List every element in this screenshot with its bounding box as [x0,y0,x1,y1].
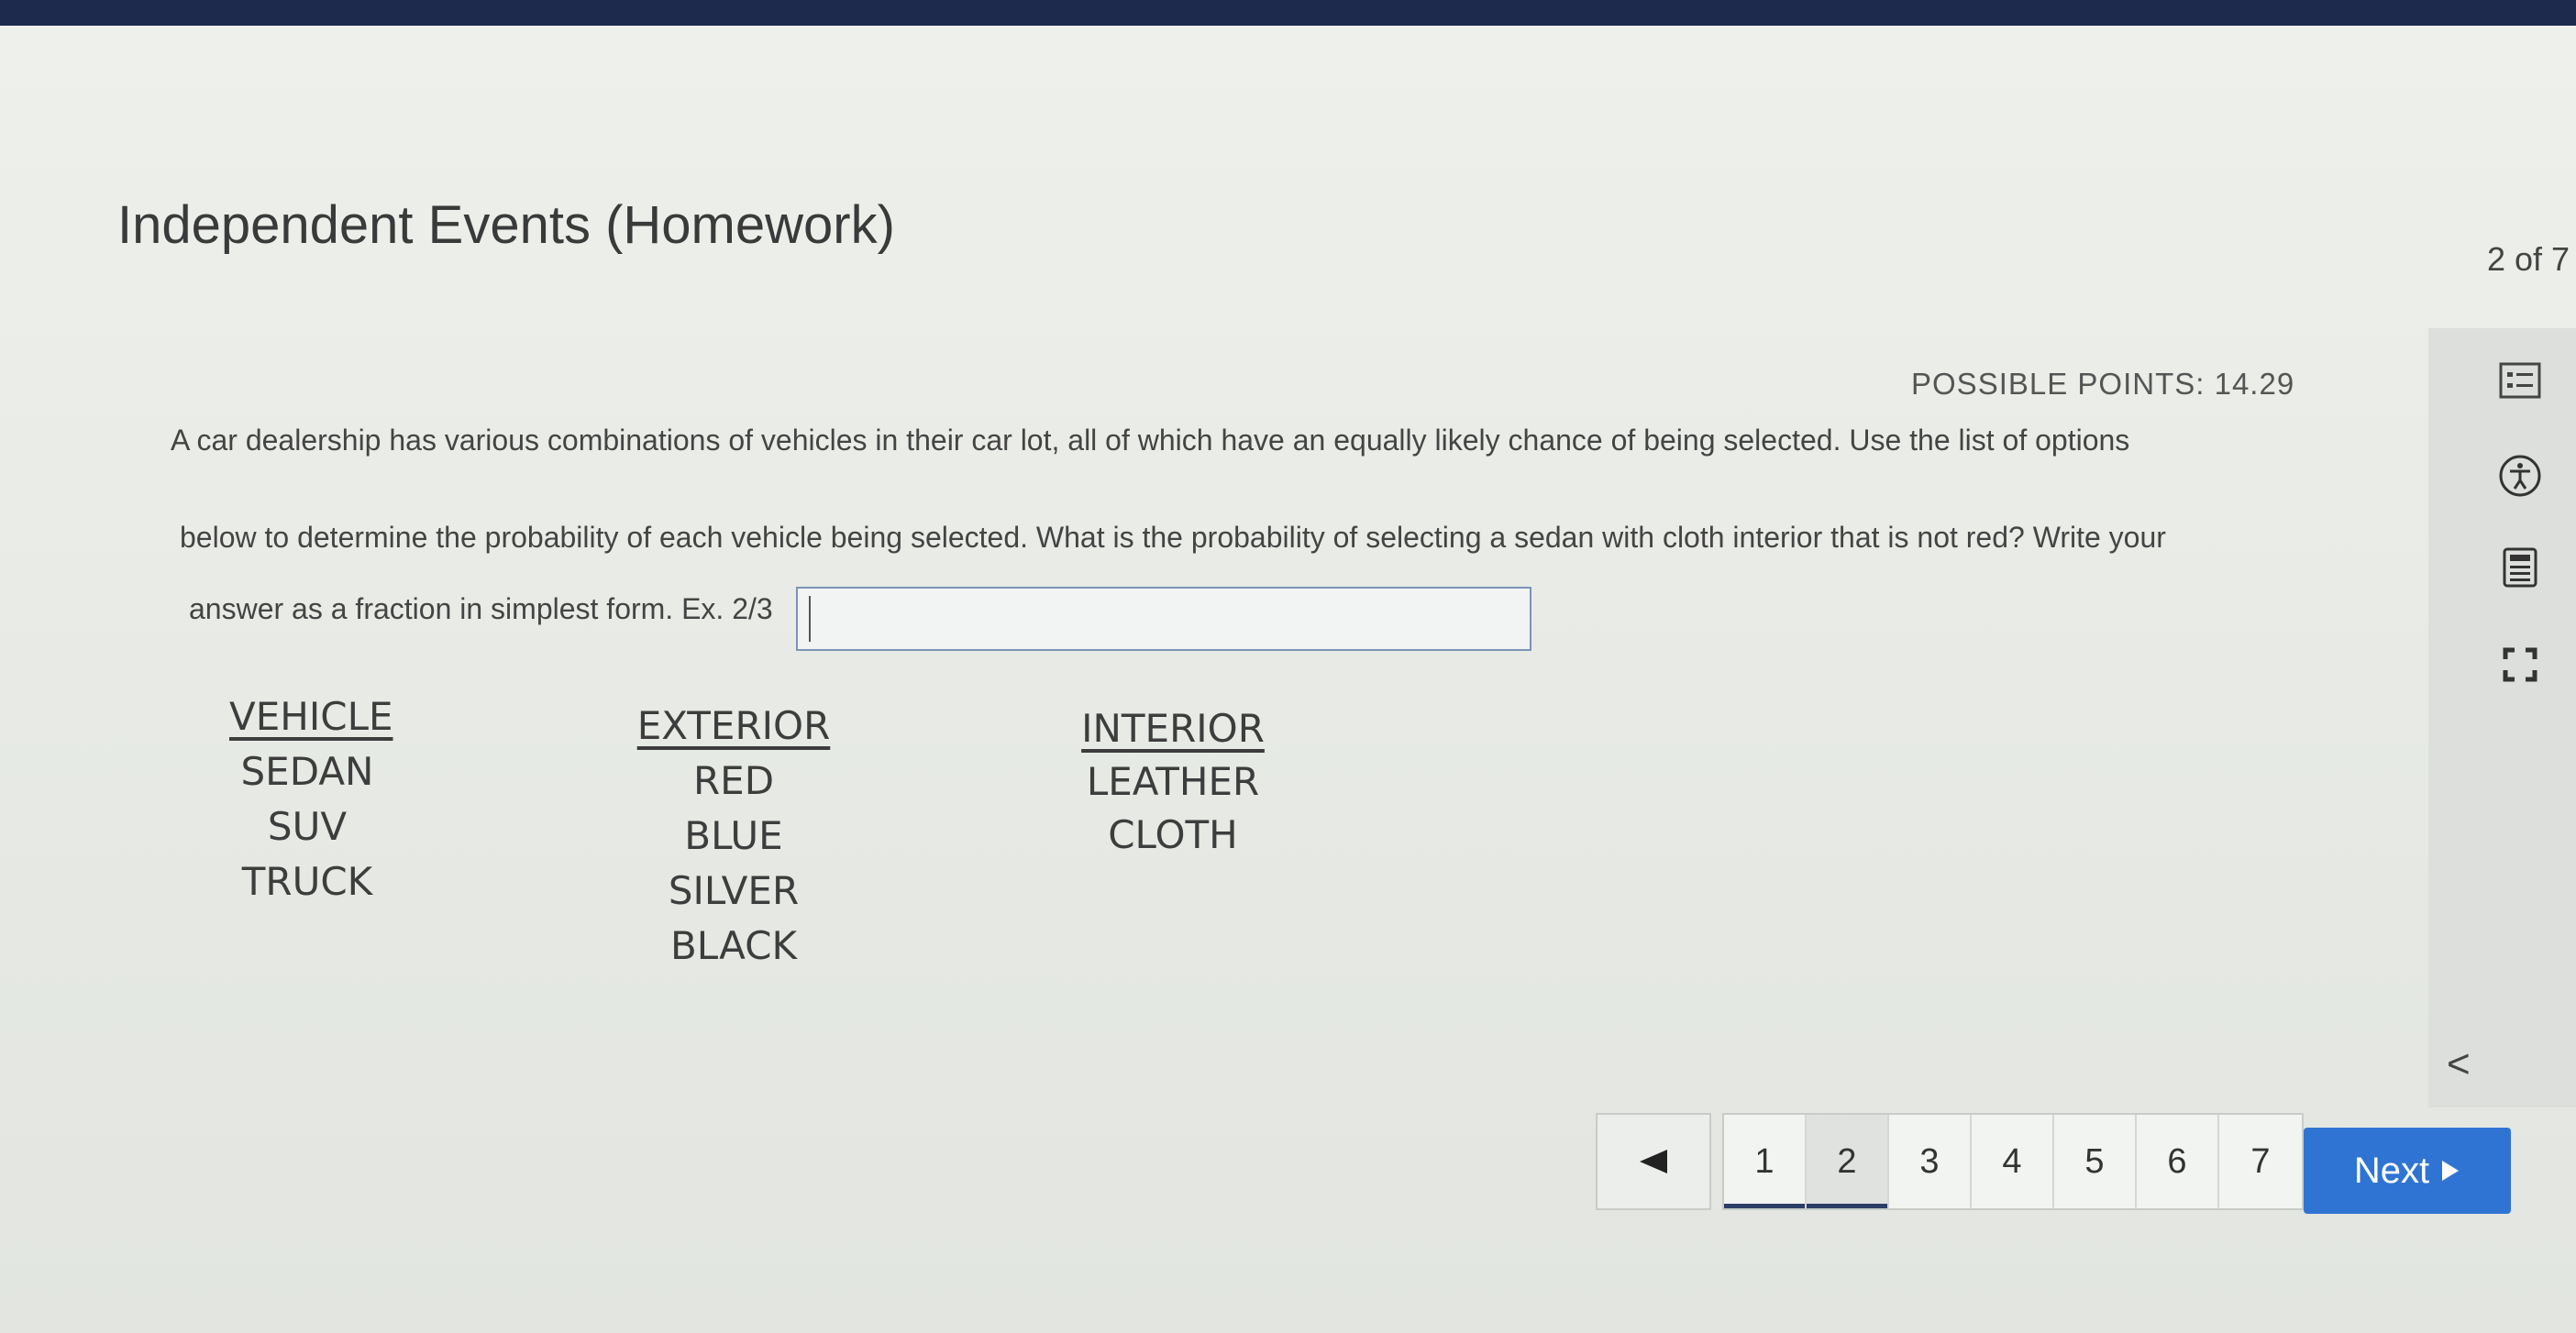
possible-points: POSSIBLE POINTS: 14.29 [1911,367,2295,401]
page-number: 2 [1837,1141,1857,1181]
exterior-option: SILVER [668,868,800,913]
vehicle-option: TRUCK [241,859,373,904]
previous-button[interactable] [1596,1113,1711,1210]
page-number: 3 [1919,1141,1940,1181]
triangle-right-icon [2442,1161,2460,1181]
page-2-button[interactable]: 2 [1807,1115,1889,1208]
page-5-button[interactable]: 5 [2054,1115,2137,1208]
exterior-option: BLUE [684,813,783,858]
interior-column: INTERIOR LEATHER CLOTH [1077,702,1269,862]
page-number: 6 [2167,1141,2187,1181]
vehicle-column: VEHICLE SEDAN SUV TRUCK [229,689,393,909]
question-text-line-2: below to determine the probability of ea… [180,521,2166,554]
page-title: Independent Events (Homework) [117,195,895,255]
interior-option: CLOTH [1108,812,1238,857]
pagination: 1 2 3 4 5 6 7 [1596,1113,2304,1210]
question-text-line-1: A car dealership has various combination… [171,424,2130,457]
calculator-icon [2503,547,2537,588]
fullscreen-icon [2503,647,2537,682]
next-label: Next [2353,1150,2430,1191]
exterior-header: EXTERIOR [636,703,831,748]
page-4-button[interactable]: 4 [1972,1115,2054,1208]
current-indicator [1807,1204,1887,1208]
tool-sidebar [2428,328,2576,1107]
vehicle-header: VEHICLE [229,694,393,739]
notes-button[interactable] [2493,358,2548,403]
page-number: 5 [2084,1141,2105,1181]
collapse-sidebar-button[interactable]: < [2447,1041,2471,1087]
page-6-button[interactable]: 6 [2137,1115,2219,1208]
answer-input[interactable] [796,587,1531,651]
interior-option: LEATHER [1086,759,1260,804]
page-number: 1 [1754,1141,1774,1181]
vehicle-option: SEDAN [240,749,374,794]
interior-header: INTERIOR [1081,706,1265,751]
accessibility-icon [2499,455,2541,497]
vehicle-option: SUV [267,804,348,849]
next-button[interactable]: Next [2304,1128,2511,1214]
question-counter: 2 of 7 [2487,240,2570,278]
fullscreen-button[interactable] [2493,642,2548,688]
text-caret [809,596,811,642]
accessibility-button[interactable] [2493,453,2548,499]
page-1-button[interactable]: 1 [1724,1115,1807,1208]
page-number: 7 [2250,1141,2271,1181]
question-text-line-3: answer as a fraction in simplest form. E… [189,592,773,625]
page-list: 1 2 3 4 5 6 7 [1722,1113,2304,1210]
visited-indicator [1724,1204,1805,1208]
exterior-column: EXTERIOR RED BLUE SILVER BLACK [624,699,844,974]
triangle-left-icon [1640,1150,1667,1173]
notes-icon [2499,362,2541,399]
top-bar [0,0,2576,26]
page-3-button[interactable]: 3 [1889,1115,1972,1208]
exterior-option: BLACK [669,923,798,968]
page-number: 4 [2002,1141,2022,1181]
calculator-button[interactable] [2493,545,2548,590]
page-7-button[interactable]: 7 [2219,1115,2302,1208]
exterior-option: RED [692,758,775,803]
